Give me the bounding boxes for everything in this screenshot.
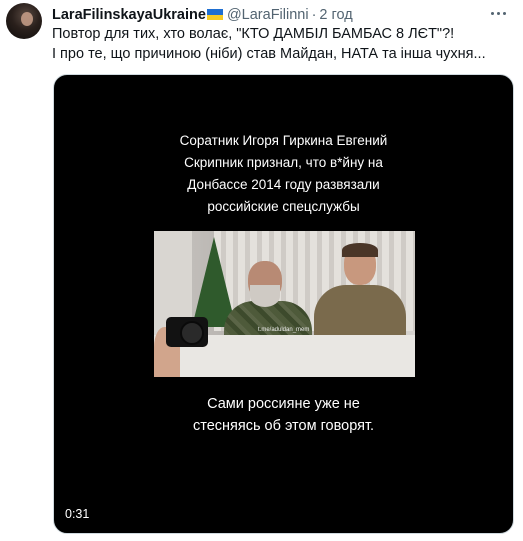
timestamp[interactable]: 2 год xyxy=(319,7,352,23)
video-player[interactable]: Соратник Игоря Гиркина Евгений Скрипник … xyxy=(53,74,514,534)
ukraine-flag-icon xyxy=(206,9,223,20)
caption-line: Скрипник признал, что в*йну на xyxy=(184,155,383,170)
caption-line: российские спецслужбы xyxy=(207,199,360,214)
user-handle[interactable]: @LaraFilinni xyxy=(227,7,309,23)
caption-line: Соратник Игоря Гиркина Евгений xyxy=(179,133,388,148)
video-watermark: t.me/aduldan_mem xyxy=(258,327,310,333)
tweet[interactable]: LaraFilinskayaUkraine @LaraFilinni · 2 год … xyxy=(0,0,523,541)
caption-line: Сами россияне уже не xyxy=(207,396,360,412)
tweet-text: Повтор для тих, хто волає, "КТО ДАМБІЛ Б… xyxy=(52,24,517,64)
camera-icon xyxy=(158,309,220,355)
avatar-face xyxy=(21,12,33,26)
video-caption-bottom: Сами россияне уже не стесняясь об этом г… xyxy=(54,393,513,437)
display-name[interactable]: LaraFilinskayaUkraine xyxy=(52,7,206,23)
tweet-text-line: Повтор для тих, хто волає, "КТО ДАМБІЛ Б… xyxy=(52,26,455,42)
video-caption-top: Соратник Игоря Гиркина Евгений Скрипник … xyxy=(54,130,513,218)
avatar[interactable] xyxy=(6,3,42,39)
video-frame: t.me/aduldan_mem xyxy=(154,231,415,377)
separator-dot: · xyxy=(311,7,317,23)
caption-line: Донбассе 2014 году развязали xyxy=(187,177,380,192)
tweet-header: LaraFilinskayaUkraine @LaraFilinni · 2 год xyxy=(52,5,483,25)
video-duration: 0:31 xyxy=(65,507,90,521)
tweet-text-line: І про те, що причиною (ніби) став Майдан… xyxy=(52,46,486,62)
more-options-icon[interactable] xyxy=(489,6,509,20)
caption-line: стесняясь об этом говорят. xyxy=(192,418,375,434)
